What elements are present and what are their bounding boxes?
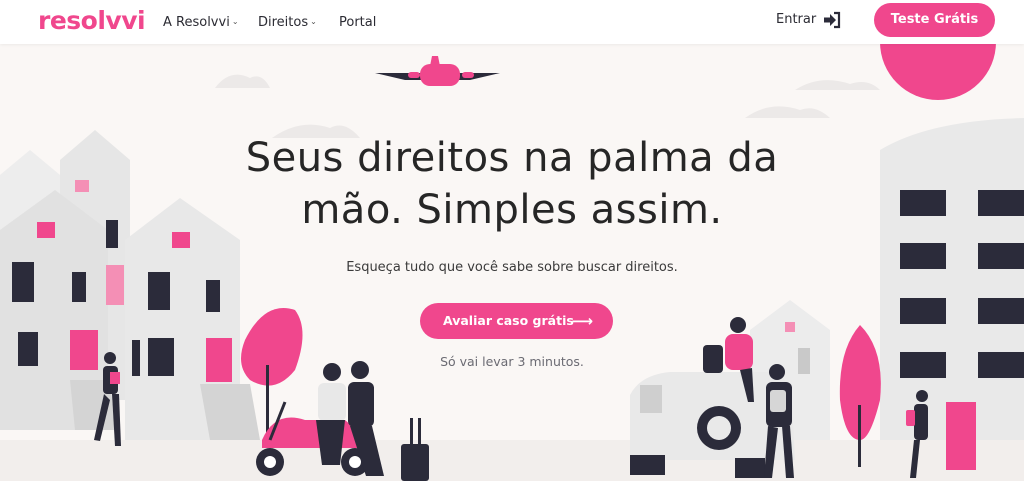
hero-illustration <box>0 0 1024 481</box>
sign-in-icon[interactable] <box>823 11 841 29</box>
hero-title-line-1: Seus direitos na palma da <box>245 135 779 181</box>
nav-item-portal[interactable]: Portal <box>339 15 376 30</box>
cloud <box>795 80 880 90</box>
free-trial-button[interactable]: Teste Grátis <box>874 3 995 37</box>
nav-item-label: A Resolvvi <box>163 15 230 30</box>
nav-item-a-resolvvi[interactable]: A Resolvvi ⌄ <box>163 15 239 30</box>
hero-title-line-2: mão. Simples assim. <box>301 187 723 233</box>
cloud <box>215 74 270 88</box>
brand-logo[interactable]: resolvvi <box>38 6 146 35</box>
login-link[interactable]: Entrar <box>776 12 816 27</box>
nav-item-label: Direitos <box>258 15 309 30</box>
evaluate-case-label: Avaliar caso grátis <box>443 313 574 328</box>
hero-subtitle: Esqueça tudo que você sabe sobre buscar … <box>346 260 678 275</box>
evaluate-case-button[interactable]: Avaliar caso grátis ⟶ <box>420 303 613 339</box>
ground <box>0 440 1024 481</box>
airplane <box>375 56 500 86</box>
arrow-right-icon: ⟶ <box>571 312 593 330</box>
suitcase <box>401 418 429 481</box>
nav-item-label: Portal <box>339 15 377 30</box>
chevron-down-icon: ⌄ <box>231 17 239 26</box>
hero-note: Só vai levar 3 minutos. <box>440 354 584 369</box>
top-navbar: resolvvi A Resolvvi ⌄ Direitos ⌄ Portal En… <box>0 0 1024 44</box>
chevron-down-icon: ⌄ <box>310 17 317 26</box>
hero-title: Seus direitos na palma da mão. Simples a… <box>180 132 844 236</box>
cloud <box>745 106 830 118</box>
nav-item-direitos[interactable]: Direitos ⌄ <box>258 15 317 30</box>
